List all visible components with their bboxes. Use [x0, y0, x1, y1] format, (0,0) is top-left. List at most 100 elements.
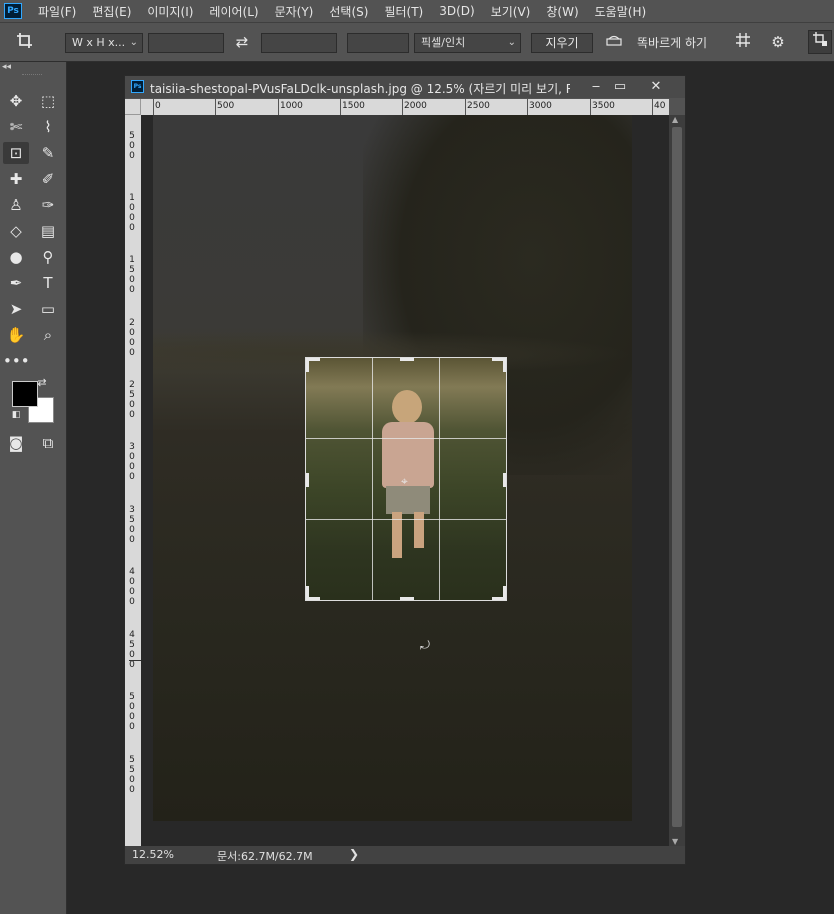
crop-grid-line: [306, 438, 506, 439]
menu-select[interactable]: 선택(S): [321, 3, 376, 20]
straighten-icon[interactable]: [603, 32, 625, 52]
ruler-h-label: 40: [654, 101, 666, 111]
menu-filter[interactable]: 필터(T): [376, 3, 431, 20]
ruler-v-label: 1 0 0 0: [129, 193, 135, 233]
width-field[interactable]: [148, 33, 224, 53]
type-tool-icon[interactable]: T: [35, 272, 61, 294]
eraser-tool-icon[interactable]: ◇: [3, 220, 29, 242]
status-menu-arrow-icon[interactable]: ❯: [349, 847, 359, 861]
tools-panel: ◂◂ ✥ ⬚ ✄ ⌇ ⊡ ✎ ✚ ✐ ♙ ✑ ◇ ▤ ● ⚲ ✒ T ➤ ▭ ✋…: [0, 62, 67, 914]
scroll-down-icon[interactable]: ▼: [672, 837, 678, 846]
crop-handle-left[interactable]: [306, 473, 309, 487]
document-title-bar[interactable]: Ps taisiia-shestopal-PVusFaLDclk-unsplas…: [125, 76, 685, 98]
ruler-v-label: 5 0 0 0: [129, 692, 135, 732]
ruler-v-label: 4 0 0 0: [129, 567, 135, 607]
rotate-cursor-icon: ⤾: [420, 638, 430, 652]
canvas-area[interactable]: ⌖ ⤾: [141, 115, 669, 846]
dodge-tool-icon[interactable]: ⚲: [35, 246, 61, 268]
eyedropper-tool-icon[interactable]: ✎: [35, 142, 61, 164]
ruler-v-label: 3 5 0 0: [129, 505, 135, 545]
default-colors-icon[interactable]: ◧: [9, 408, 23, 422]
ratio-preset-value: W x H x...: [72, 36, 126, 49]
zoom-level[interactable]: 12.52%: [132, 848, 174, 861]
crop-handle-tl[interactable]: [306, 358, 309, 372]
menu-bar: Ps 파일(F) 편집(E) 이미지(I) 레이어(L) 문자(Y) 선택(S)…: [0, 0, 834, 22]
height-field[interactable]: [261, 33, 337, 53]
ratio-preset-dropdown[interactable]: W x H x... ⌄: [65, 33, 143, 53]
menu-layer[interactable]: 레이어(L): [201, 3, 266, 20]
crop-handle-br[interactable]: [503, 586, 506, 600]
ruler-h-label: 2500: [467, 101, 490, 111]
collapse-panel-icon[interactable]: ◂◂: [2, 62, 11, 72]
quick-mask-icon[interactable]: ◙: [3, 432, 29, 454]
clear-button[interactable]: 지우기: [531, 33, 593, 53]
hand-tool-icon[interactable]: ✋: [3, 324, 29, 346]
photoshop-doc-icon: Ps: [131, 80, 144, 93]
close-icon[interactable]: ✕: [643, 77, 669, 97]
marquee-tool-icon[interactable]: ⬚: [35, 90, 61, 112]
crop-handle-tr[interactable]: [503, 358, 506, 372]
scrollbar-thumb[interactable]: [672, 127, 682, 827]
healing-brush-tool-icon[interactable]: ✚: [3, 168, 29, 190]
path-selection-tool-icon[interactable]: ➤: [3, 298, 29, 320]
foreground-color-swatch[interactable]: [12, 381, 38, 407]
crop-handle-top[interactable]: [400, 358, 414, 361]
quick-selection-tool-icon[interactable]: ⌇: [35, 116, 61, 138]
overlay-grid-icon[interactable]: [732, 32, 754, 53]
crop-grid-line: [306, 519, 506, 520]
brush-tool-icon[interactable]: ✐: [35, 168, 61, 190]
ruler-v-label: 2 5 0 0: [129, 380, 135, 420]
menu-type[interactable]: 문자(Y): [267, 3, 322, 20]
menu-3d[interactable]: 3D(D): [431, 4, 482, 18]
gear-icon[interactable]: ⚙: [767, 32, 789, 52]
pen-tool-icon[interactable]: ✒: [3, 272, 29, 294]
menu-edit[interactable]: 편집(E): [84, 3, 139, 20]
straighten-label[interactable]: 똑바르게 하기: [637, 34, 707, 51]
crop-box[interactable]: ⌖: [305, 357, 507, 601]
screen-mode-icon[interactable]: ⧉: [35, 432, 61, 454]
zoom-tool-icon[interactable]: ⌕: [35, 324, 61, 346]
crop-center-icon: ⌖: [401, 474, 408, 488]
vertical-scrollbar[interactable]: ▲ ▼: [669, 115, 685, 846]
resolution-field[interactable]: [347, 33, 409, 53]
menu-help[interactable]: 도움말(H): [587, 3, 655, 20]
clone-stamp-tool-icon[interactable]: ♙: [3, 194, 29, 216]
photo-image[interactable]: ⌖ ⤾: [153, 115, 632, 821]
menu-window[interactable]: 창(W): [538, 3, 586, 20]
menu-image[interactable]: 이미지(I): [139, 3, 201, 20]
crop-handle-right[interactable]: [503, 473, 506, 487]
panel-grip[interactable]: [22, 74, 42, 77]
swap-dimensions-icon[interactable]: ⇄: [230, 32, 254, 52]
crop-grid-line: [372, 358, 373, 600]
lasso-tool-icon[interactable]: ✄: [3, 116, 29, 138]
delete-cropped-pixels-icon[interactable]: [808, 30, 832, 54]
history-brush-tool-icon[interactable]: ✑: [35, 194, 61, 216]
ruler-v-label: 4 5 0 0: [129, 630, 135, 670]
vertical-ruler[interactable]: 5 0 0 1 0 0 0 1 5 0 0 2 0 0 0 2 5 0 0 3 …: [125, 115, 141, 846]
ruler-h-label: 1500: [342, 101, 365, 111]
resolution-unit-dropdown[interactable]: 픽셀/인치 ⌄: [414, 33, 521, 53]
gradient-tool-icon[interactable]: ▤: [35, 220, 61, 242]
crop-handle-bl[interactable]: [306, 586, 309, 600]
ruler-h-label: 3500: [592, 101, 615, 111]
ruler-origin[interactable]: [125, 99, 141, 115]
rectangle-tool-icon[interactable]: ▭: [35, 298, 61, 320]
horizontal-ruler[interactable]: 0 500 1000 1500 2000 2500 3000 3500 40: [141, 99, 669, 115]
crop-handle-bottom[interactable]: [400, 597, 414, 600]
scroll-up-icon[interactable]: ▲: [672, 115, 678, 124]
move-tool-icon[interactable]: ✥: [3, 90, 29, 112]
ruler-v-label: 1 5 0 0: [129, 255, 135, 295]
ruler-v-label: 5 5 0 0: [129, 755, 135, 795]
crop-tool-icon[interactable]: ⊡: [3, 142, 29, 164]
menu-file[interactable]: 파일(F): [30, 3, 84, 20]
blur-tool-icon[interactable]: ●: [3, 246, 29, 268]
resolution-unit-value: 픽셀/인치: [421, 36, 466, 49]
minimize-icon[interactable]: ‒: [583, 77, 609, 97]
menu-view[interactable]: 보기(V): [483, 3, 539, 20]
status-bar: 12.52% 문서:62.7M/62.7M ❯: [125, 846, 685, 864]
maximize-icon[interactable]: ▭: [607, 77, 633, 97]
ruler-h-label: 0: [155, 101, 161, 111]
crop-tool-preset-icon[interactable]: [10, 32, 40, 55]
more-tools-icon[interactable]: •••: [3, 350, 30, 372]
document-size: 문서:62.7M/62.7M: [217, 850, 313, 863]
